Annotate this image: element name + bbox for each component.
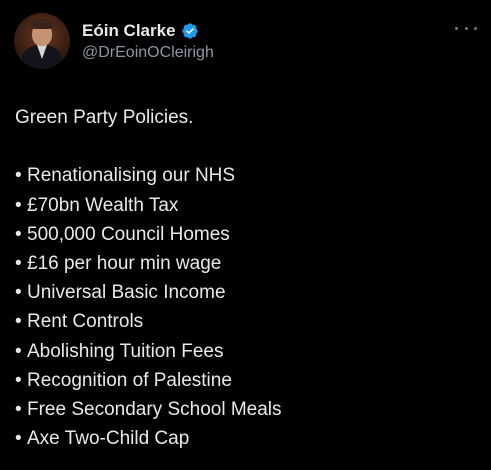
tweet-card: Eóin Clarke @DrEoinOCleirigh Green Party… bbox=[0, 0, 491, 470]
policy-text: Rent Controls bbox=[27, 311, 144, 333]
bullet: • bbox=[15, 194, 22, 216]
list-item: • Free Secondary School Meals bbox=[15, 395, 475, 424]
bullet: • bbox=[15, 369, 22, 391]
bullet: • bbox=[15, 282, 22, 304]
bullet: • bbox=[15, 223, 22, 245]
more-options-icon[interactable] bbox=[455, 21, 477, 35]
more-dot bbox=[464, 26, 468, 30]
list-item: • £70bn Wealth Tax bbox=[15, 191, 475, 220]
more-dot bbox=[474, 26, 477, 30]
list-item: • Rent Controls bbox=[15, 307, 475, 336]
list-item: • Abolishing Tuition Fees bbox=[15, 337, 475, 366]
author-name-row[interactable]: Eóin Clarke bbox=[82, 20, 199, 42]
bullet: • bbox=[15, 311, 22, 333]
bullet: • bbox=[15, 399, 22, 421]
bullet: • bbox=[15, 165, 22, 187]
list-item: • 500,000 Council Homes bbox=[15, 220, 475, 249]
list-item: • £16 per hour min wage bbox=[15, 249, 475, 278]
policy-text: Free Secondary School Meals bbox=[27, 399, 282, 421]
policy-text: £16 per hour min wage bbox=[27, 253, 222, 274]
policy-list: • Renationalising our NHS • £70bn Wealth T… bbox=[15, 161, 475, 453]
tweet-intro: Green Party Policies. bbox=[15, 107, 194, 128]
tweet-header: Eóin Clarke @DrEoinOCleirigh bbox=[14, 13, 477, 71]
more-dot bbox=[455, 26, 458, 30]
list-item: • Universal Basic Income bbox=[15, 278, 475, 307]
author-handle[interactable]: @DrEoinOCleirigh bbox=[82, 44, 214, 62]
policy-text: £70bn Wealth Tax bbox=[27, 194, 179, 216]
avatar-hair bbox=[31, 19, 53, 29]
bullet: • bbox=[15, 428, 22, 450]
author-display-name[interactable]: Eóin Clarke bbox=[82, 21, 176, 41]
policy-text: Universal Basic Income bbox=[27, 282, 226, 304]
policy-text: Renationalising our NHS bbox=[27, 165, 236, 187]
policy-text: 500,000 Council Homes bbox=[27, 223, 230, 245]
bullet: • bbox=[15, 340, 22, 362]
list-item: • Recognition of Palestine bbox=[15, 366, 475, 395]
list-item: • Axe Two-Child Cap bbox=[15, 424, 475, 453]
policy-text: Abolishing Tuition Fees bbox=[27, 340, 224, 362]
avatar[interactable] bbox=[14, 13, 70, 69]
list-item: • Renationalising our NHS bbox=[15, 161, 475, 190]
policy-text: Recognition of Palestine bbox=[27, 369, 232, 391]
tweet-text: Green Party Policies. • Renationalising o… bbox=[15, 103, 475, 453]
policy-text: Axe Two-Child Cap bbox=[27, 428, 190, 450]
bullet: • bbox=[15, 253, 22, 274]
verified-badge-icon bbox=[181, 22, 199, 40]
